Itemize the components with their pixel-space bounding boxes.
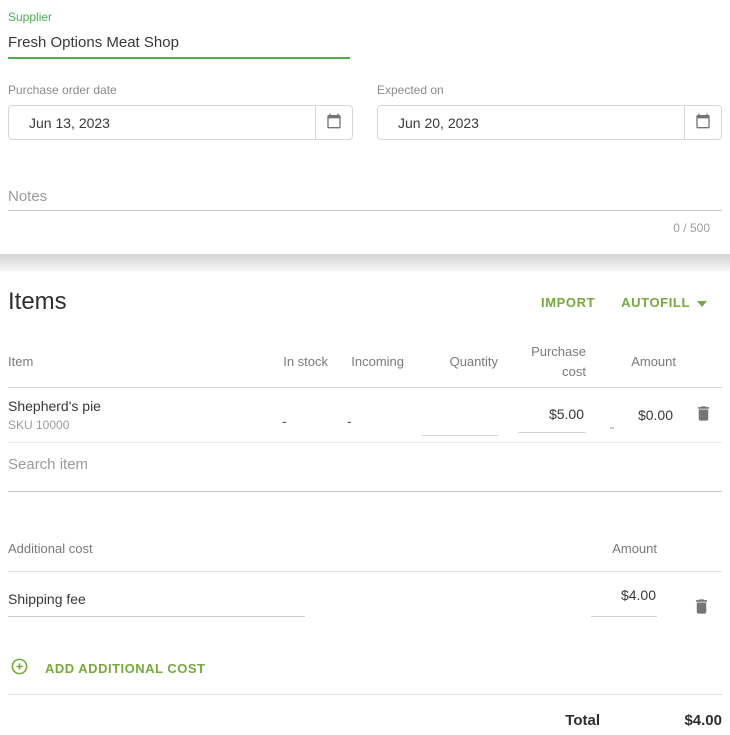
supplier-value[interactable]: Fresh Options Meat Shop: [8, 34, 722, 52]
item-incoming-value: -: [347, 413, 352, 429]
supplier-field: Supplier Fresh Options Meat Shop: [8, 8, 722, 59]
notes-input[interactable]: [8, 182, 722, 211]
additional-cost-actions-header: [657, 539, 722, 559]
item-sku: SKU 10000: [8, 418, 70, 432]
expected-on-date-input[interactable]: Jun 20, 2023: [377, 105, 722, 140]
purchase-cost-input[interactable]: $5.00: [518, 406, 586, 433]
purchase-order-date-label: Purchase order date: [8, 83, 117, 97]
item-amount-cell: $0.00: [586, 388, 676, 442]
item-amount-value: $0.00: [637, 407, 673, 423]
additional-cost-name-header: Additional cost: [8, 541, 93, 556]
items-header: Items IMPORT AUTOFILL: [8, 287, 722, 317]
column-header-purchase-cost: Purchase cost: [531, 343, 586, 379]
total-value: $4.00: [684, 712, 722, 730]
column-header-amount: Amount: [631, 353, 676, 369]
delete-additional-cost-button[interactable]: [690, 595, 713, 621]
import-button-label: IMPORT: [541, 294, 596, 310]
add-additional-cost-button[interactable]: ADD ADDITIONAL COST: [8, 657, 205, 679]
column-header-in-stock: In stock: [283, 353, 328, 369]
plus-circle-icon: [10, 657, 29, 679]
column-header-item: Item: [8, 353, 34, 369]
dates-row: Purchase order date Jun 13, 2023 Expecte…: [8, 83, 722, 140]
search-item-input[interactable]: [8, 443, 722, 492]
autofill-button-label: AUTOFILL: [621, 294, 690, 310]
chevron-down-icon: [697, 295, 707, 310]
additional-cost-row: $4.00: [8, 572, 722, 624]
expected-on-label: Expected on: [377, 83, 444, 97]
purchase-order-date-field: Purchase order date Jun 13, 2023: [8, 83, 353, 140]
additional-cost-amount-input[interactable]: $4.00: [591, 587, 657, 618]
order-details-section: Supplier Fresh Options Meat Shop Purchas…: [0, 0, 730, 254]
items-section: Items IMPORT AUTOFILL Item In stock Inco…: [0, 271, 730, 735]
items-actions: IMPORT AUTOFILL: [541, 295, 707, 310]
item-quantity-cell: [404, 394, 498, 436]
import-button[interactable]: IMPORT: [541, 295, 595, 310]
item-row: Shepherd's pie SKU 10000 - - $5.00 $0.00: [8, 388, 722, 443]
item-in-stock-value: -: [282, 413, 287, 429]
additional-cost-name-cell: [8, 572, 547, 624]
item-purchase-cost-cell: $5.00: [498, 398, 586, 433]
notes-char-counter: 0 / 500: [673, 221, 710, 235]
trash-icon: [694, 404, 713, 426]
calendar-icon: [326, 113, 342, 132]
column-header-quantity: Quantity: [449, 353, 498, 369]
notes-field: 0 / 500: [8, 182, 722, 235]
additional-cost-amount-header: Amount: [612, 541, 657, 556]
add-additional-cost-label: ADD ADDITIONAL COST: [45, 660, 206, 676]
expected-on-date-field: Expected on Jun 20, 2023: [377, 83, 722, 140]
column-header-incoming: Incoming: [351, 353, 404, 369]
amount-hint-mark: [610, 427, 614, 429]
expected-on-calendar-button[interactable]: [684, 106, 721, 139]
expected-on-date-value: Jun 20, 2023: [398, 114, 479, 131]
quantity-input[interactable]: [422, 410, 498, 436]
autofill-button[interactable]: AUTOFILL: [621, 295, 707, 310]
additional-cost-amount-cell: $4.00: [547, 572, 657, 624]
supplier-underline: [8, 57, 350, 59]
item-name: Shepherd's pie: [8, 398, 101, 414]
delete-item-button[interactable]: [692, 402, 715, 428]
additional-cost-header: Additional cost Amount: [8, 539, 722, 573]
additional-cost-actions-cell: [657, 572, 722, 624]
section-divider: [0, 254, 730, 271]
search-item-row: [8, 443, 722, 492]
total-label: Total: [565, 712, 600, 730]
purchase-order-date-input[interactable]: Jun 13, 2023: [8, 105, 353, 140]
total-row: Total $4.00: [8, 695, 722, 729]
purchase-order-date-calendar-button[interactable]: [315, 106, 352, 139]
item-actions-cell: [676, 388, 722, 442]
items-title: Items: [8, 288, 67, 315]
additional-cost-name-input[interactable]: [8, 587, 305, 618]
item-cell: Shepherd's pie SKU 10000: [8, 398, 268, 432]
supplier-label: Supplier: [8, 10, 53, 24]
purchase-order-date-value: Jun 13, 2023: [29, 114, 110, 131]
calendar-icon: [695, 113, 711, 132]
purchase-order-form: Supplier Fresh Options Meat Shop Purchas…: [0, 0, 730, 735]
trash-icon: [692, 597, 711, 619]
items-table-header: Item In stock Incoming Quantity Purchase…: [8, 337, 722, 388]
